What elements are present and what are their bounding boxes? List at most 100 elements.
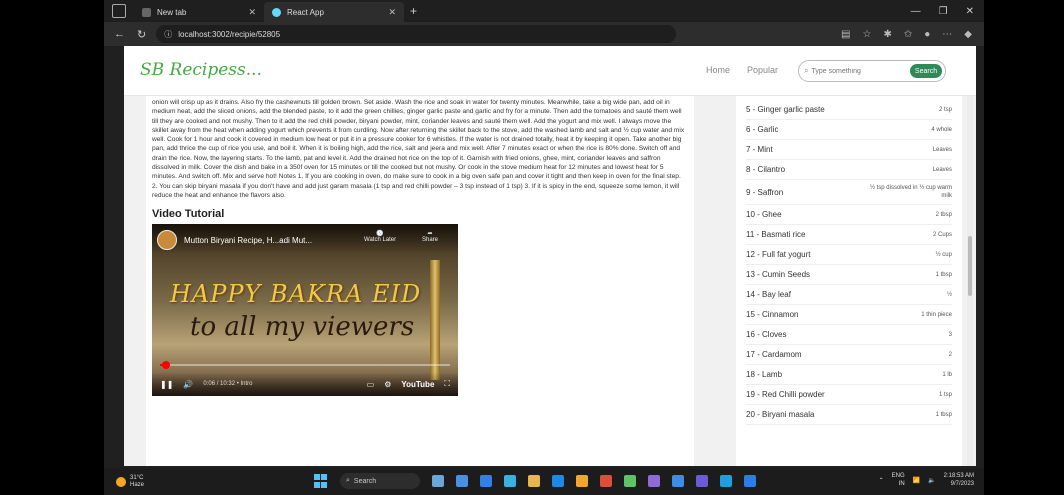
ingredient-name: 5 - Ginger garlic paste (746, 105, 825, 114)
address-bar[interactable]: ⓘ localhost:3002/recipie/52805 (156, 25, 677, 43)
app-icon[interactable] (648, 475, 660, 487)
minimize-icon[interactable]: — (911, 6, 921, 17)
taskbar-apps: ⌕ Search (314, 473, 756, 489)
browser-toolbar-icons: ▤ ☆ ✱ ✩ ● ⋯ ◆ (841, 29, 972, 40)
chrome-app-icon[interactable] (672, 475, 684, 487)
ingredient-row: 15 - Cinnamon 1 thin piece (746, 305, 952, 325)
search-input[interactable] (811, 67, 882, 75)
reader-icon[interactable]: ▤ (841, 29, 850, 40)
captions-icon[interactable]: ▭ (367, 380, 375, 389)
edge-dev-app-icon[interactable] (504, 475, 516, 487)
search-button[interactable]: Search (910, 64, 942, 78)
ingredient-row: 10 - Ghee 2 tbsp (746, 205, 952, 225)
nav-popular-link[interactable]: Popular (747, 65, 778, 75)
browser-tab-bar: New tab ✕ React App ✕ + — ❐ ✕ (104, 0, 984, 22)
favorites-icon[interactable]: ✩ (904, 29, 912, 40)
ingredient-name: 6 - Garlic (746, 125, 779, 134)
restore-icon[interactable]: ❐ (939, 6, 948, 17)
weather-widget[interactable]: 31°C Haze (116, 475, 144, 489)
network-icon[interactable]: 📶 (913, 477, 920, 484)
volume-icon[interactable]: 🔊 (183, 380, 193, 389)
taskbar-search[interactable]: ⌕ Search (340, 473, 420, 489)
edge-app-icon[interactable] (480, 475, 492, 487)
video-progress-bar[interactable] (160, 361, 450, 370)
task-view-icon[interactable] (456, 475, 468, 487)
region-label: IN (898, 481, 905, 487)
tray-chevron-icon[interactable]: ⌃ (879, 477, 884, 484)
file-explorer-icon[interactable] (528, 475, 540, 487)
app-icon[interactable] (744, 475, 756, 487)
scrollbar-thumb[interactable] (968, 236, 972, 296)
ingredients-panel: 5 - Ginger garlic paste 2 tsp 6 - Garlic 4 … (736, 96, 962, 466)
language-indicator[interactable]: ENG IN (892, 472, 905, 488)
video-player[interactable]: Mutton Biryani Recipe, H...adi Mut... 🕓 W… (152, 224, 458, 397)
files-app-icon[interactable] (576, 475, 588, 487)
clock-date: 9/7/2023 (950, 481, 974, 487)
ingredient-row: 18 - Lamb 1 lb (746, 365, 952, 385)
browser-toolbar: ← ↻ ⓘ localhost:3002/recipie/52805 ▤ ☆ ✱… (104, 22, 984, 46)
share-button[interactable]: ➦ Share (422, 230, 438, 243)
ingredient-quantity: ½ (946, 291, 952, 298)
site-info-icon[interactable]: ⓘ (164, 29, 172, 40)
app-icon[interactable] (696, 475, 708, 487)
system-tray: ⌃ ENG IN 📶 🔈 2:18:53 AM 9/7/2023 (879, 472, 974, 488)
ingredient-row: 16 - Cloves 3 (746, 325, 952, 345)
recipe-content: onion will crisp up as it drains. Also f… (146, 96, 694, 466)
tab-title: New tab (157, 7, 187, 17)
windows-start-icon[interactable] (314, 474, 328, 488)
favorite-star-icon[interactable]: ☆ (863, 29, 872, 40)
widgets-app-icon[interactable] (432, 475, 444, 487)
ingredient-quantity: 2 tbsp (935, 211, 952, 218)
ingredient-row: 7 - Mint Leaves (746, 140, 952, 160)
site-logo[interactable]: SB Recipess... (140, 60, 262, 80)
pause-icon[interactable]: ❚❚ (160, 380, 173, 389)
extensions-icon[interactable]: ✱ (883, 29, 891, 40)
youtube-logo[interactable]: YouTube (401, 380, 434, 389)
video-caption-line2: to all my viewers (190, 312, 415, 343)
video-scrubber-handle[interactable] (161, 361, 170, 370)
new-tab-plus-icon[interactable]: + (410, 4, 417, 18)
close-window-icon[interactable]: ✕ (966, 6, 974, 17)
ingredient-quantity: 1 lb (942, 371, 952, 378)
ingredient-quantity: 3 (948, 331, 952, 338)
ingredients-list: 5 - Ginger garlic paste 2 tsp 6 - Garlic 4 … (736, 100, 962, 425)
tab-actions-icon[interactable] (112, 4, 126, 18)
close-tab-icon[interactable]: ✕ (388, 7, 396, 18)
refresh-icon[interactable]: ↻ (137, 28, 146, 41)
store-app-icon[interactable] (552, 475, 564, 487)
taskbar-clock[interactable]: 2:18:53 AM 9/7/2023 (944, 472, 974, 488)
back-arrow-icon[interactable]: ← (114, 28, 125, 41)
web-page: SB Recipess... Home Popular ⌕ Search oni… (124, 46, 976, 466)
settings-gear-icon[interactable]: ⚙ (384, 380, 391, 389)
ingredient-quantity: ½ tsp dissolved in ½ cup warm milk (869, 185, 952, 199)
watch-later-button[interactable]: 🕓 Watch Later (364, 230, 396, 243)
ingredient-quantity: 1 thin piece (921, 311, 952, 318)
more-menu-icon[interactable]: ⋯ (942, 29, 952, 40)
weather-temp: 31°C (130, 474, 144, 481)
vscode-app-icon[interactable] (720, 475, 732, 487)
clock-time: 2:18:53 AM (943, 473, 974, 479)
ingredient-quantity: 1 tbsp (935, 271, 952, 278)
ingredient-name: 18 - Lamb (746, 370, 783, 379)
app-icon[interactable] (600, 475, 612, 487)
ingredient-quantity: 2 (948, 351, 952, 358)
ingredient-name: 11 - Basmati rice (746, 230, 806, 239)
ingredient-quantity: Leaves (932, 166, 952, 173)
app-icon[interactable] (624, 475, 636, 487)
nav-home-link[interactable]: Home (706, 65, 730, 75)
screen-recording-frame: New tab ✕ React App ✕ + — ❐ ✕ ← ↻ ⓘ loca… (0, 0, 1064, 495)
volume-icon[interactable]: 🔈 (928, 477, 935, 484)
ingredient-name: 17 - Cardamom (746, 350, 802, 359)
ingredient-quantity: 2 tsp (938, 106, 952, 113)
ingredient-quantity: 2 Cups (932, 231, 952, 238)
profile-icon[interactable]: ● (924, 29, 930, 40)
page-scrollbar[interactable] (967, 96, 973, 466)
tab-new-tab[interactable]: New tab ✕ (134, 2, 264, 22)
taskbar-search-label: Search (353, 477, 377, 485)
fullscreen-icon[interactable]: ⛶ (444, 379, 450, 389)
ingredient-quantity: 1 tsp (938, 391, 952, 398)
tab-react-app[interactable]: React App ✕ (264, 2, 404, 22)
video-title[interactable]: Mutton Biryani Recipe, H...adi Mut... (184, 236, 312, 245)
close-tab-icon[interactable]: ✕ (248, 7, 256, 18)
copilot-icon[interactable]: ◆ (964, 29, 972, 40)
